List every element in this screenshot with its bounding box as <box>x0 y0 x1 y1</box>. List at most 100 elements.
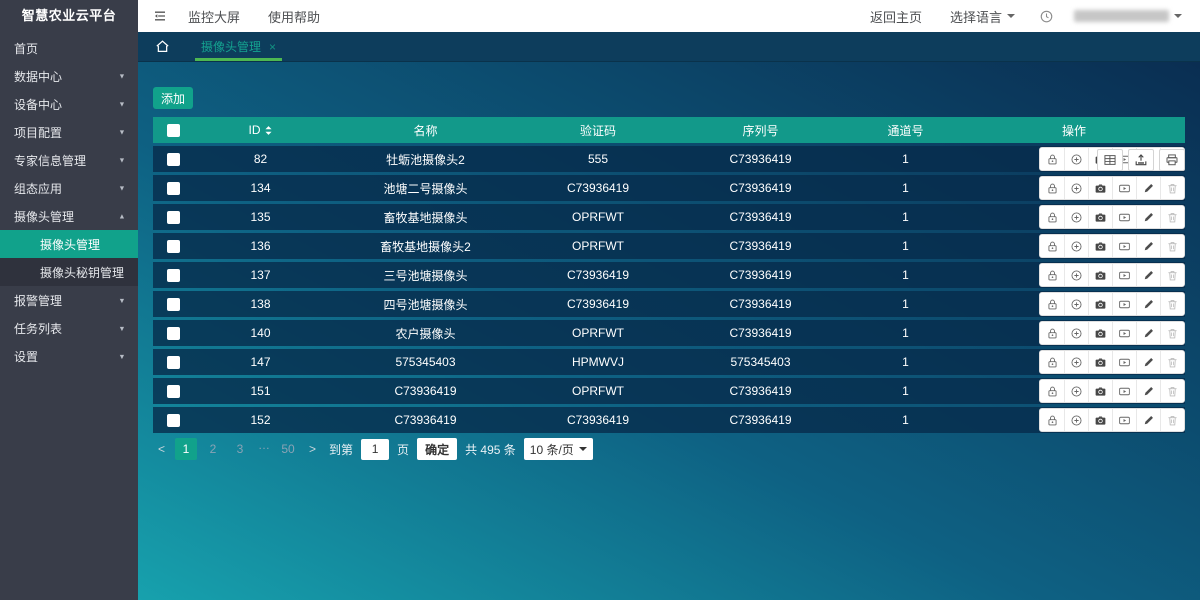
sidebar-item-组态应用[interactable]: 组态应用▼ <box>0 174 138 202</box>
row-checkbox[interactable] <box>167 356 180 369</box>
edit-icon[interactable] <box>1136 293 1160 315</box>
header-name[interactable]: 名称 <box>328 122 523 139</box>
plus-circle-icon[interactable] <box>1064 293 1088 315</box>
confirm-button[interactable]: 确定 <box>417 438 457 460</box>
edit-icon[interactable] <box>1136 351 1160 373</box>
delete-icon[interactable] <box>1160 322 1184 344</box>
video-play-icon[interactable] <box>1112 264 1136 286</box>
row-checkbox[interactable] <box>167 153 180 166</box>
video-play-icon[interactable] <box>1112 235 1136 257</box>
sidebar-item-设备中心[interactable]: 设备中心▼ <box>0 90 138 118</box>
delete-icon[interactable] <box>1160 293 1184 315</box>
filter-columns-icon[interactable] <box>1097 149 1123 171</box>
page-button-1[interactable]: 1 <box>175 438 197 460</box>
edit-icon[interactable] <box>1136 235 1160 257</box>
user-menu[interactable] <box>1074 10 1182 22</box>
video-play-icon[interactable] <box>1112 177 1136 199</box>
video-play-icon[interactable] <box>1112 322 1136 344</box>
sidebar-item-数据中心[interactable]: 数据中心▼ <box>0 62 138 90</box>
lock-icon[interactable] <box>1040 380 1064 402</box>
sort-icon[interactable] <box>264 125 273 136</box>
delete-icon[interactable] <box>1160 264 1184 286</box>
next-page-button[interactable]: > <box>304 442 321 456</box>
monitor-screen-link[interactable]: 监控大屏 <box>188 7 240 26</box>
row-checkbox[interactable] <box>167 240 180 253</box>
sidebar-item-报警管理[interactable]: 报警管理▼ <box>0 286 138 314</box>
close-icon[interactable]: × <box>269 40 276 54</box>
sidebar-item-设置[interactable]: 设置▼ <box>0 342 138 370</box>
prev-page-button[interactable]: < <box>153 442 170 456</box>
header-id[interactable]: ID <box>193 123 328 137</box>
video-play-icon[interactable] <box>1112 409 1136 431</box>
camera-icon[interactable] <box>1088 177 1112 199</box>
edit-icon[interactable] <box>1136 322 1160 344</box>
camera-icon[interactable] <box>1088 351 1112 373</box>
video-play-icon[interactable] <box>1112 206 1136 228</box>
row-checkbox[interactable] <box>167 327 180 340</box>
sidebar-item-项目配置[interactable]: 项目配置▼ <box>0 118 138 146</box>
camera-icon[interactable] <box>1088 409 1112 431</box>
row-checkbox[interactable] <box>167 269 180 282</box>
per-page-select[interactable]: 10 条/页 <box>524 438 593 460</box>
header-code[interactable]: 验证码 <box>523 122 673 139</box>
lock-icon[interactable] <box>1040 322 1064 344</box>
plus-circle-icon[interactable] <box>1064 264 1088 286</box>
sidebar-item-任务列表[interactable]: 任务列表▼ <box>0 314 138 342</box>
camera-icon[interactable] <box>1088 380 1112 402</box>
camera-icon[interactable] <box>1088 322 1112 344</box>
edit-icon[interactable] <box>1136 264 1160 286</box>
lock-icon[interactable] <box>1040 351 1064 373</box>
print-icon[interactable] <box>1159 149 1185 171</box>
delete-icon[interactable] <box>1160 206 1184 228</box>
camera-icon[interactable] <box>1088 206 1112 228</box>
add-button[interactable]: 添加 <box>153 87 193 109</box>
language-selector[interactable]: 选择语言 <box>950 7 1015 26</box>
delete-icon[interactable] <box>1160 177 1184 199</box>
camera-icon[interactable] <box>1088 264 1112 286</box>
sidebar-item-摄像头管理[interactable]: 摄像头管理▲ <box>0 202 138 230</box>
lock-icon[interactable] <box>1040 235 1064 257</box>
plus-circle-icon[interactable] <box>1064 235 1088 257</box>
video-play-icon[interactable] <box>1112 380 1136 402</box>
sidebar-item-首页[interactable]: 首页 <box>0 34 138 62</box>
delete-icon[interactable] <box>1160 235 1184 257</box>
row-checkbox[interactable] <box>167 414 180 427</box>
page-button-3[interactable]: 3 <box>229 438 251 460</box>
back-home-link[interactable]: 返回主页 <box>870 7 922 26</box>
lock-icon[interactable] <box>1040 177 1064 199</box>
edit-icon[interactable] <box>1136 380 1160 402</box>
row-checkbox[interactable] <box>167 182 180 195</box>
delete-icon[interactable] <box>1160 409 1184 431</box>
sidebar-item-摄像头管理[interactable]: 摄像头管理 <box>0 230 138 258</box>
plus-circle-icon[interactable] <box>1064 380 1088 402</box>
lock-icon[interactable] <box>1040 409 1064 431</box>
plus-circle-icon[interactable] <box>1064 351 1088 373</box>
header-channel[interactable]: 通道号 <box>848 122 963 139</box>
clock-icon[interactable] <box>1039 9 1054 24</box>
sidebar-item-专家信息管理[interactable]: 专家信息管理▼ <box>0 146 138 174</box>
collapse-sidebar-icon[interactable] <box>152 8 168 24</box>
row-checkbox[interactable] <box>167 211 180 224</box>
lock-icon[interactable] <box>1040 148 1064 170</box>
select-all-checkbox[interactable] <box>167 124 180 137</box>
camera-icon[interactable] <box>1088 293 1112 315</box>
row-checkbox[interactable] <box>167 298 180 311</box>
lock-icon[interactable] <box>1040 206 1064 228</box>
home-icon[interactable] <box>154 38 171 55</box>
plus-circle-icon[interactable] <box>1064 206 1088 228</box>
video-play-icon[interactable] <box>1112 293 1136 315</box>
lock-icon[interactable] <box>1040 293 1064 315</box>
edit-icon[interactable] <box>1136 177 1160 199</box>
plus-circle-icon[interactable] <box>1064 409 1088 431</box>
video-play-icon[interactable] <box>1112 351 1136 373</box>
goto-page-input[interactable] <box>361 439 389 460</box>
export-icon[interactable] <box>1128 149 1154 171</box>
edit-icon[interactable] <box>1136 409 1160 431</box>
header-serial[interactable]: 序列号 <box>673 122 848 139</box>
page-button-50[interactable]: 50 <box>277 438 299 460</box>
edit-icon[interactable] <box>1136 206 1160 228</box>
plus-circle-icon[interactable] <box>1064 322 1088 344</box>
plus-circle-icon[interactable] <box>1064 177 1088 199</box>
sidebar-item-摄像头秘钥管理[interactable]: 摄像头秘钥管理 <box>0 258 138 286</box>
page-button-2[interactable]: 2 <box>202 438 224 460</box>
